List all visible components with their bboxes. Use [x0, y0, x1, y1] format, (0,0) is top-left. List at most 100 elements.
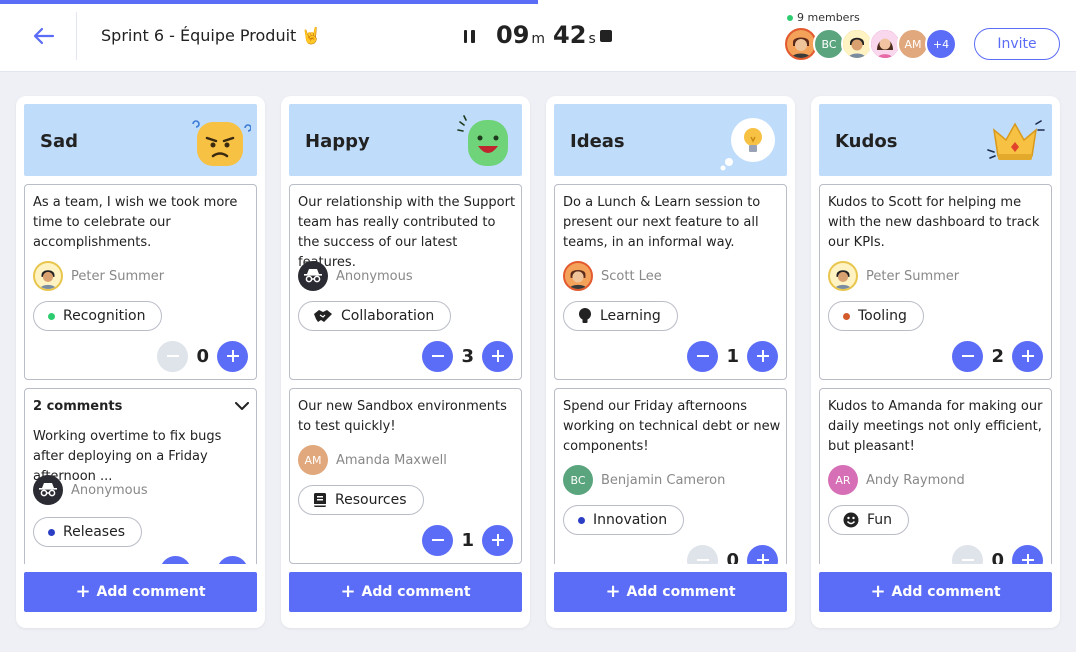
vote-count: 3 — [461, 345, 474, 367]
member-avatars[interactable]: BC AM +4 — [785, 28, 957, 60]
anonymous-icon — [298, 261, 328, 291]
card-author: AM Amanda Maxwell — [298, 445, 447, 475]
retro-card[interactable]: Spend our Friday afternoons working on t… — [554, 388, 787, 564]
tag-chip[interactable]: Learning — [563, 301, 678, 331]
column-title: Kudos — [835, 131, 898, 152]
avatar: AM — [298, 445, 328, 475]
column-header: Ideas — [554, 104, 787, 176]
downvote-button[interactable] — [952, 544, 984, 564]
vote-controls: 0 — [952, 544, 1043, 564]
vote-controls: 1 — [422, 524, 513, 556]
plus-icon: + — [75, 581, 91, 602]
card-author: Anonymous — [33, 475, 148, 505]
author-name: Peter Summer — [866, 268, 960, 284]
back-arrow-icon[interactable] — [30, 22, 58, 50]
comments-toggle[interactable]: 2 comments — [33, 399, 249, 414]
add-comment-button[interactable]: + Add comment — [289, 572, 522, 612]
timer-seconds: 42 — [553, 21, 587, 49]
retro-card[interactable]: Kudos to Amanda for making our daily mee… — [819, 388, 1052, 564]
card-author: Anonymous — [298, 261, 413, 291]
avatar — [828, 261, 858, 291]
card-list: Do a Lunch & Learn session to present ou… — [554, 184, 787, 564]
vote-count: 2 — [991, 345, 1004, 367]
stop-icon[interactable] — [600, 30, 612, 42]
upvote-button[interactable] — [482, 524, 513, 556]
chevron-down-icon — [235, 402, 249, 410]
tag-chip[interactable]: Resources — [298, 485, 424, 515]
vote-controls — [160, 555, 248, 564]
vote-count: 1 — [461, 529, 474, 551]
vote-controls: 2 — [952, 340, 1043, 372]
downvote-button[interactable] — [952, 340, 984, 372]
author-name: Anonymous — [336, 268, 413, 284]
upvote-button[interactable] — [1012, 544, 1043, 564]
handshake-icon — [314, 310, 332, 322]
add-comment-label: Add comment — [891, 584, 1001, 600]
upvote-button[interactable] — [482, 340, 513, 372]
timer-seconds-unit: s — [588, 31, 596, 47]
tag-label: Tooling — [858, 308, 907, 324]
tag-chip[interactable]: Recognition — [33, 301, 163, 331]
vote-controls: 1 — [687, 340, 778, 372]
card-text: As a team, I wish we took more time to c… — [33, 195, 238, 250]
downvote-button[interactable] — [160, 555, 191, 564]
plus-icon: + — [870, 581, 886, 602]
author-name: Anonymous — [71, 482, 148, 498]
column-kudos: Kudos Kudos to Scott for helping me with… — [811, 96, 1060, 628]
upvote-button[interactable] — [217, 555, 248, 564]
members-label: 9 members — [797, 11, 860, 24]
tag-dot-icon — [578, 516, 585, 524]
tag-chip[interactable]: Releases — [33, 517, 142, 547]
vote-count: 1 — [726, 345, 739, 367]
upvote-button[interactable] — [1012, 340, 1043, 372]
pause-icon[interactable] — [459, 26, 479, 46]
upvote-button[interactable] — [747, 544, 778, 564]
author-name: Scott Lee — [601, 268, 662, 284]
author-name: Andy Raymond — [866, 472, 965, 488]
members-count: 9 members — [787, 11, 860, 24]
downvote-button[interactable] — [422, 524, 454, 556]
invite-button[interactable]: Invite — [974, 28, 1060, 60]
avatar: BC — [563, 465, 593, 495]
downvote-button[interactable] — [687, 340, 719, 372]
tag-label: Innovation — [593, 512, 668, 528]
top-bar: Sprint 6 - Équipe Produit 🤘 09 m 42 s 9 mem… — [0, 0, 1076, 72]
add-comment-button[interactable]: + Add comment — [24, 572, 257, 612]
add-comment-label: Add comment — [626, 584, 736, 600]
book-icon — [314, 493, 326, 507]
divider — [76, 12, 77, 60]
upvote-button[interactable] — [747, 340, 778, 372]
tag-chip[interactable]: Innovation — [563, 505, 685, 535]
avatar — [33, 261, 63, 291]
retro-card[interactable]: Do a Lunch & Learn session to present ou… — [554, 184, 787, 380]
retro-card[interactable]: Kudos to Scott for helping me with the n… — [819, 184, 1052, 380]
card-list: Kudos to Scott for helping me with the n… — [819, 184, 1052, 564]
upvote-button[interactable] — [217, 340, 248, 372]
tag-chip[interactable]: Tooling — [828, 301, 924, 331]
retro-card[interactable]: Our relationship with the Support team h… — [289, 184, 522, 380]
downvote-button[interactable] — [157, 340, 189, 372]
retro-card[interactable]: As a team, I wish we took more time to c… — [24, 184, 257, 380]
retro-card[interactable]: Our new Sandbox environments to test qui… — [289, 388, 522, 564]
comments-count: 2 comments — [33, 399, 123, 414]
card-author: AR Andy Raymond — [828, 465, 965, 495]
plus-icon: + — [340, 581, 356, 602]
author-name: Benjamin Cameron — [601, 472, 726, 488]
add-comment-button[interactable]: + Add comment — [554, 572, 787, 612]
session-title: Sprint 6 - Équipe Produit 🤘 — [101, 26, 322, 45]
online-dot-icon — [787, 14, 793, 21]
tag-chip[interactable]: Fun — [828, 505, 910, 535]
card-text: Do a Lunch & Learn session to present ou… — [563, 195, 761, 250]
add-comment-button[interactable]: + Add comment — [819, 572, 1052, 612]
card-list: Our relationship with the Support team h… — [289, 184, 522, 564]
timer-minutes-unit: m — [531, 31, 546, 47]
smile-icon — [843, 512, 859, 528]
tag-chip[interactable]: Collaboration — [298, 301, 452, 331]
tag-dot-icon — [48, 528, 55, 536]
more-members-badge[interactable]: +4 — [925, 28, 957, 60]
card-author: Peter Summer — [33, 261, 164, 291]
downvote-button[interactable] — [422, 340, 454, 372]
downvote-button[interactable] — [687, 544, 719, 564]
retro-card[interactable]: 2 comments Working overtime to fix bugs … — [24, 388, 257, 564]
card-text: Kudos to Scott for helping me with the n… — [828, 195, 1040, 250]
